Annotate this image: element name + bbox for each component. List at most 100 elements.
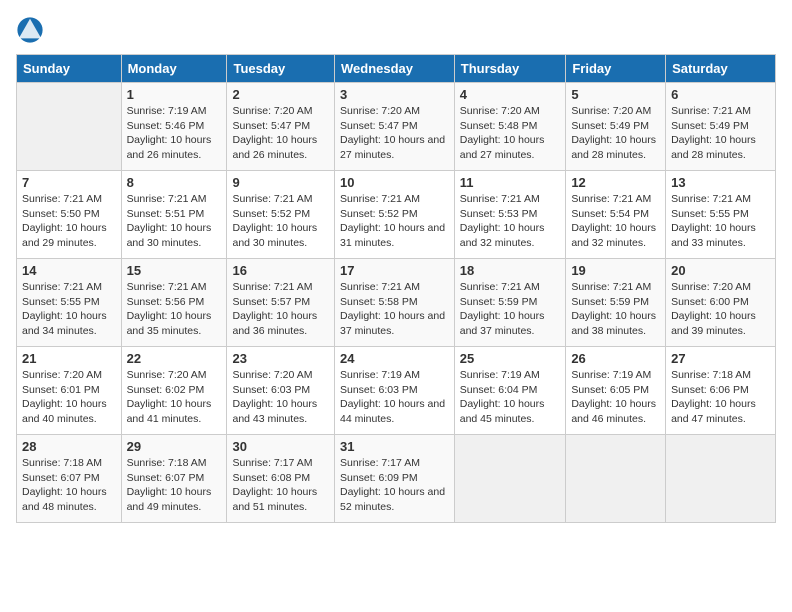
day-number: 17: [340, 263, 449, 278]
day-info: Sunrise: 7:19 AMSunset: 6:03 PMDaylight:…: [340, 368, 449, 427]
day-number: 3: [340, 87, 449, 102]
day-number: 11: [460, 175, 561, 190]
day-info: Sunrise: 7:21 AMSunset: 5:53 PMDaylight:…: [460, 192, 561, 251]
day-info: Sunrise: 7:21 AMSunset: 5:55 PMDaylight:…: [671, 192, 770, 251]
calendar-cell: 30 Sunrise: 7:17 AMSunset: 6:08 PMDayligh…: [227, 435, 335, 523]
day-info: Sunrise: 7:21 AMSunset: 5:52 PMDaylight:…: [340, 192, 449, 251]
calendar-cell: 9Sunrise: 7:21 AMSunset: 5:52 PMDaylight…: [227, 171, 335, 259]
calendar-cell: 7 Sunrise: 7:21 AMSunset: 5:50 PMDaylight…: [17, 171, 122, 259]
day-number: 12: [571, 175, 660, 190]
day-number: 13: [671, 175, 770, 190]
header: [16, 16, 776, 44]
calendar-cell: 3Sunrise: 7:20 AMSunset: 5:47 PMDaylight…: [334, 83, 454, 171]
calendar-cell: 13 Sunrise: 7:21 AMSunset: 5:55 PMDayligh…: [666, 171, 776, 259]
day-info: Sunrise: 7:21 AMSunset: 5:52 PMDaylight:…: [232, 192, 329, 251]
day-info: Sunrise: 7:17 AMSunset: 6:08 PMDaylight:…: [232, 456, 329, 515]
day-number: 10: [340, 175, 449, 190]
day-info: Sunrise: 7:20 AMSunset: 5:48 PMDaylight:…: [460, 104, 561, 163]
day-number: 15: [127, 263, 222, 278]
calendar-cell: [17, 83, 122, 171]
calendar-cell: 25 Sunrise: 7:19 AMSunset: 6:04 PMDayligh…: [454, 347, 566, 435]
calendar-cell: 12Sunrise: 7:21 AMSunset: 5:54 PMDayligh…: [566, 171, 666, 259]
calendar-cell: 27 Sunrise: 7:18 AMSunset: 6:06 PMDayligh…: [666, 347, 776, 435]
day-number: 2: [232, 87, 329, 102]
day-number: 14: [22, 263, 116, 278]
calendar-week-row: 14 Sunrise: 7:21 AMSunset: 5:55 PMDayligh…: [17, 259, 776, 347]
calendar-cell: 26 Sunrise: 7:19 AMSunset: 6:05 PMDayligh…: [566, 347, 666, 435]
day-number: 19: [571, 263, 660, 278]
day-number: 22: [127, 351, 222, 366]
calendar-cell: 20 Sunrise: 7:20 AMSunset: 6:00 PMDayligh…: [666, 259, 776, 347]
day-info: Sunrise: 7:19 AMSunset: 6:04 PMDaylight:…: [460, 368, 561, 427]
calendar-body: 1 Sunrise: 7:19 AMSunset: 5:46 PMDaylight…: [17, 83, 776, 523]
calendar-week-row: 7 Sunrise: 7:21 AMSunset: 5:50 PMDaylight…: [17, 171, 776, 259]
calendar-cell: 16 Sunrise: 7:21 AMSunset: 5:57 PMDayligh…: [227, 259, 335, 347]
day-info: Sunrise: 7:21 AMSunset: 5:49 PMDaylight:…: [671, 104, 770, 163]
calendar-cell: 22Sunrise: 7:20 AMSunset: 6:02 PMDayligh…: [121, 347, 227, 435]
day-info: Sunrise: 7:21 AMSunset: 5:58 PMDaylight:…: [340, 280, 449, 339]
calendar-week-row: 1 Sunrise: 7:19 AMSunset: 5:46 PMDaylight…: [17, 83, 776, 171]
calendar-cell: [666, 435, 776, 523]
day-number: 20: [671, 263, 770, 278]
calendar-cell: 24 Sunrise: 7:19 AMSunset: 6:03 PMDayligh…: [334, 347, 454, 435]
day-number: 8: [127, 175, 222, 190]
calendar-cell: 17 Sunrise: 7:21 AMSunset: 5:58 PMDayligh…: [334, 259, 454, 347]
calendar-week-row: 28 Sunrise: 7:18 AMSunset: 6:07 PMDayligh…: [17, 435, 776, 523]
calendar-cell: [566, 435, 666, 523]
weekday-header: Sunday: [17, 55, 122, 83]
day-number: 18: [460, 263, 561, 278]
day-number: 6: [671, 87, 770, 102]
day-number: 30: [232, 439, 329, 454]
calendar-cell: 11 Sunrise: 7:21 AMSunset: 5:53 PMDayligh…: [454, 171, 566, 259]
weekday-header: Tuesday: [227, 55, 335, 83]
day-number: 28: [22, 439, 116, 454]
day-number: 26: [571, 351, 660, 366]
calendar-cell: 1 Sunrise: 7:19 AMSunset: 5:46 PMDaylight…: [121, 83, 227, 171]
calendar-cell: 23Sunrise: 7:20 AMSunset: 6:03 PMDayligh…: [227, 347, 335, 435]
calendar-cell: 15Sunrise: 7:21 AMSunset: 5:56 PMDayligh…: [121, 259, 227, 347]
calendar-header-row: SundayMondayTuesdayWednesdayThursdayFrid…: [17, 55, 776, 83]
calendar-cell: [454, 435, 566, 523]
weekday-header: Saturday: [666, 55, 776, 83]
calendar-table: SundayMondayTuesdayWednesdayThursdayFrid…: [16, 54, 776, 523]
day-info: Sunrise: 7:19 AMSunset: 6:05 PMDaylight:…: [571, 368, 660, 427]
day-number: 7: [22, 175, 116, 190]
day-number: 29: [127, 439, 222, 454]
day-info: Sunrise: 7:18 AMSunset: 6:06 PMDaylight:…: [671, 368, 770, 427]
calendar-cell: 31 Sunrise: 7:17 AMSunset: 6:09 PMDayligh…: [334, 435, 454, 523]
calendar-week-row: 21 Sunrise: 7:20 AMSunset: 6:01 PMDayligh…: [17, 347, 776, 435]
day-number: 27: [671, 351, 770, 366]
calendar-cell: 10 Sunrise: 7:21 AMSunset: 5:52 PMDayligh…: [334, 171, 454, 259]
day-info: Sunrise: 7:19 AMSunset: 5:46 PMDaylight:…: [127, 104, 222, 163]
calendar-cell: 21 Sunrise: 7:20 AMSunset: 6:01 PMDayligh…: [17, 347, 122, 435]
day-info: Sunrise: 7:17 AMSunset: 6:09 PMDaylight:…: [340, 456, 449, 515]
day-number: 21: [22, 351, 116, 366]
day-number: 31: [340, 439, 449, 454]
day-number: 25: [460, 351, 561, 366]
day-number: 1: [127, 87, 222, 102]
calendar-cell: 18 Sunrise: 7:21 AMSunset: 5:59 PMDayligh…: [454, 259, 566, 347]
calendar-cell: 8Sunrise: 7:21 AMSunset: 5:51 PMDaylight…: [121, 171, 227, 259]
day-info: Sunrise: 7:21 AMSunset: 5:59 PMDaylight:…: [571, 280, 660, 339]
calendar-cell: 2 Sunrise: 7:20 AMSunset: 5:47 PMDaylight…: [227, 83, 335, 171]
day-info: Sunrise: 7:20 AMSunset: 6:03 PMDaylight:…: [232, 368, 329, 427]
day-info: Sunrise: 7:21 AMSunset: 5:50 PMDaylight:…: [22, 192, 116, 251]
day-info: Sunrise: 7:20 AMSunset: 5:47 PMDaylight:…: [232, 104, 329, 163]
weekday-header: Friday: [566, 55, 666, 83]
day-info: Sunrise: 7:21 AMSunset: 5:59 PMDaylight:…: [460, 280, 561, 339]
day-info: Sunrise: 7:18 AMSunset: 6:07 PMDaylight:…: [127, 456, 222, 515]
day-info: Sunrise: 7:21 AMSunset: 5:57 PMDaylight:…: [232, 280, 329, 339]
calendar-cell: 29 Sunrise: 7:18 AMSunset: 6:07 PMDayligh…: [121, 435, 227, 523]
calendar-cell: 6 Sunrise: 7:21 AMSunset: 5:49 PMDaylight…: [666, 83, 776, 171]
day-info: Sunrise: 7:18 AMSunset: 6:07 PMDaylight:…: [22, 456, 116, 515]
day-number: 5: [571, 87, 660, 102]
day-info: Sunrise: 7:20 AMSunset: 6:00 PMDaylight:…: [671, 280, 770, 339]
day-number: 4: [460, 87, 561, 102]
day-number: 24: [340, 351, 449, 366]
logo: [16, 16, 48, 44]
logo-icon: [16, 16, 44, 44]
weekday-header: Thursday: [454, 55, 566, 83]
day-info: Sunrise: 7:21 AMSunset: 5:55 PMDaylight:…: [22, 280, 116, 339]
day-number: 16: [232, 263, 329, 278]
day-info: Sunrise: 7:20 AMSunset: 6:01 PMDaylight:…: [22, 368, 116, 427]
